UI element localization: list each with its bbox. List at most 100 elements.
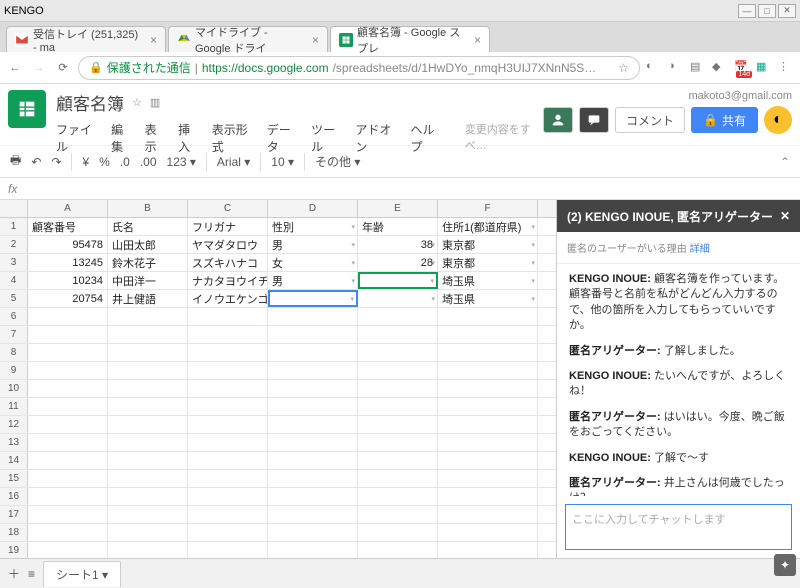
cell[interactable] [438, 488, 538, 505]
ext-icon[interactable]: ▦ [756, 60, 772, 76]
cell[interactable] [268, 452, 358, 469]
cell[interactable] [358, 452, 438, 469]
row-header[interactable]: 15 [0, 470, 28, 487]
cell[interactable]: 住所1(都道府県) [438, 218, 538, 235]
cell[interactable]: 埼玉県 [438, 272, 538, 289]
row-header[interactable]: 19 [0, 542, 28, 558]
comment-button[interactable]: コメント [615, 107, 685, 133]
cell[interactable] [268, 542, 358, 558]
cell[interactable] [438, 524, 538, 541]
row-header[interactable]: 17 [0, 506, 28, 523]
cell[interactable] [358, 542, 438, 558]
currency-button[interactable]: ¥ [82, 155, 89, 169]
minimize-button[interactable]: — [738, 4, 756, 18]
sheets-logo[interactable] [8, 90, 46, 128]
cell[interactable] [268, 398, 358, 415]
decimal-inc-button[interactable]: .00 [140, 155, 157, 169]
cell[interactable] [268, 362, 358, 379]
cell[interactable] [358, 326, 438, 343]
cell[interactable] [438, 380, 538, 397]
cell[interactable] [28, 542, 108, 558]
row-header[interactable]: 4 [0, 272, 28, 289]
row-header[interactable]: 9 [0, 362, 28, 379]
cell[interactable]: イノウエケンゴ [188, 290, 268, 307]
cell[interactable] [438, 344, 538, 361]
col-header[interactable]: E [358, 200, 438, 217]
cell[interactable] [438, 362, 538, 379]
cell[interactable] [438, 470, 538, 487]
col-header[interactable]: C [188, 200, 268, 217]
cell[interactable] [108, 470, 188, 487]
cell[interactable] [358, 488, 438, 505]
ext-icon[interactable]: ▤ [690, 60, 706, 76]
cell[interactable]: 女 [268, 254, 358, 271]
cell[interactable] [28, 416, 108, 433]
col-header[interactable]: F [438, 200, 538, 217]
cell[interactable] [108, 542, 188, 558]
menu-help[interactable]: ヘルプ [411, 121, 443, 155]
cell[interactable] [188, 452, 268, 469]
cell[interactable]: 男 [268, 272, 358, 289]
cell[interactable] [28, 470, 108, 487]
cell[interactable] [268, 380, 358, 397]
cell[interactable] [438, 326, 538, 343]
cell[interactable] [358, 344, 438, 361]
spreadsheet-grid[interactable]: A B C D E F 1顧客番号氏名フリガナ性別年齢住所1(都道府県)2954… [0, 200, 556, 558]
cell[interactable] [188, 524, 268, 541]
ext-icon[interactable]: ◆ [712, 60, 728, 76]
row-header[interactable]: 11 [0, 398, 28, 415]
menu-edit[interactable]: 編集 [111, 121, 133, 155]
cell[interactable] [108, 488, 188, 505]
close-icon[interactable]: × [474, 33, 481, 47]
cell[interactable] [28, 434, 108, 451]
explore-button[interactable]: ✦ [774, 554, 796, 576]
cell[interactable] [268, 470, 358, 487]
cell[interactable]: 性別 [268, 218, 358, 235]
cell[interactable] [188, 506, 268, 523]
col-header[interactable]: B [108, 200, 188, 217]
collapse-icon[interactable]: ⌃ [780, 155, 790, 169]
row-header[interactable]: 12 [0, 416, 28, 433]
cell[interactable]: 20754 [28, 290, 108, 307]
cell[interactable] [268, 524, 358, 541]
cell[interactable] [108, 380, 188, 397]
chat-body[interactable]: KENGO INOUE: 顧客名簿を作っています。顧客番号と名前を私がどんどん入… [557, 264, 800, 496]
cell[interactable] [358, 434, 438, 451]
browser-tab-gmail[interactable]: 受信トレイ (251,325) - ma × [6, 26, 166, 52]
cell[interactable] [188, 542, 268, 558]
cell[interactable] [188, 470, 268, 487]
avatar[interactable]: ◐ [764, 106, 792, 134]
cell[interactable] [358, 380, 438, 397]
close-icon[interactable]: × [150, 33, 157, 47]
cell[interactable] [188, 488, 268, 505]
menu-data[interactable]: データ [267, 121, 299, 155]
row-header[interactable]: 14 [0, 452, 28, 469]
row-header[interactable]: 18 [0, 524, 28, 541]
cell[interactable] [358, 308, 438, 325]
cell[interactable] [28, 326, 108, 343]
cell[interactable]: 東京都 [438, 254, 538, 271]
cell[interactable] [108, 452, 188, 469]
menu-view[interactable]: 表示 [145, 121, 167, 155]
cell[interactable] [108, 308, 188, 325]
cell[interactable] [108, 506, 188, 523]
forward-button[interactable]: → [30, 59, 48, 77]
cell[interactable] [358, 470, 438, 487]
reload-button[interactable]: ⟳ [54, 59, 72, 77]
ext-icon[interactable]: ◐ [646, 60, 662, 76]
chat-note-link[interactable]: 詳細 [690, 244, 710, 255]
cell[interactable] [358, 416, 438, 433]
cell[interactable]: 顧客番号 [28, 218, 108, 235]
cell[interactable] [28, 380, 108, 397]
percent-button[interactable]: % [99, 155, 110, 169]
cell[interactable]: 10234 [28, 272, 108, 289]
cell[interactable]: 95478 [28, 236, 108, 253]
cell[interactable] [28, 398, 108, 415]
cell[interactable]: スズキハナコ [188, 254, 268, 271]
menu-icon[interactable]: ⋮ [778, 60, 794, 76]
cell[interactable] [438, 542, 538, 558]
cell[interactable] [438, 434, 538, 451]
cell[interactable] [28, 362, 108, 379]
col-header[interactable]: D [268, 200, 358, 217]
cell[interactable]: 東京都 [438, 236, 538, 253]
